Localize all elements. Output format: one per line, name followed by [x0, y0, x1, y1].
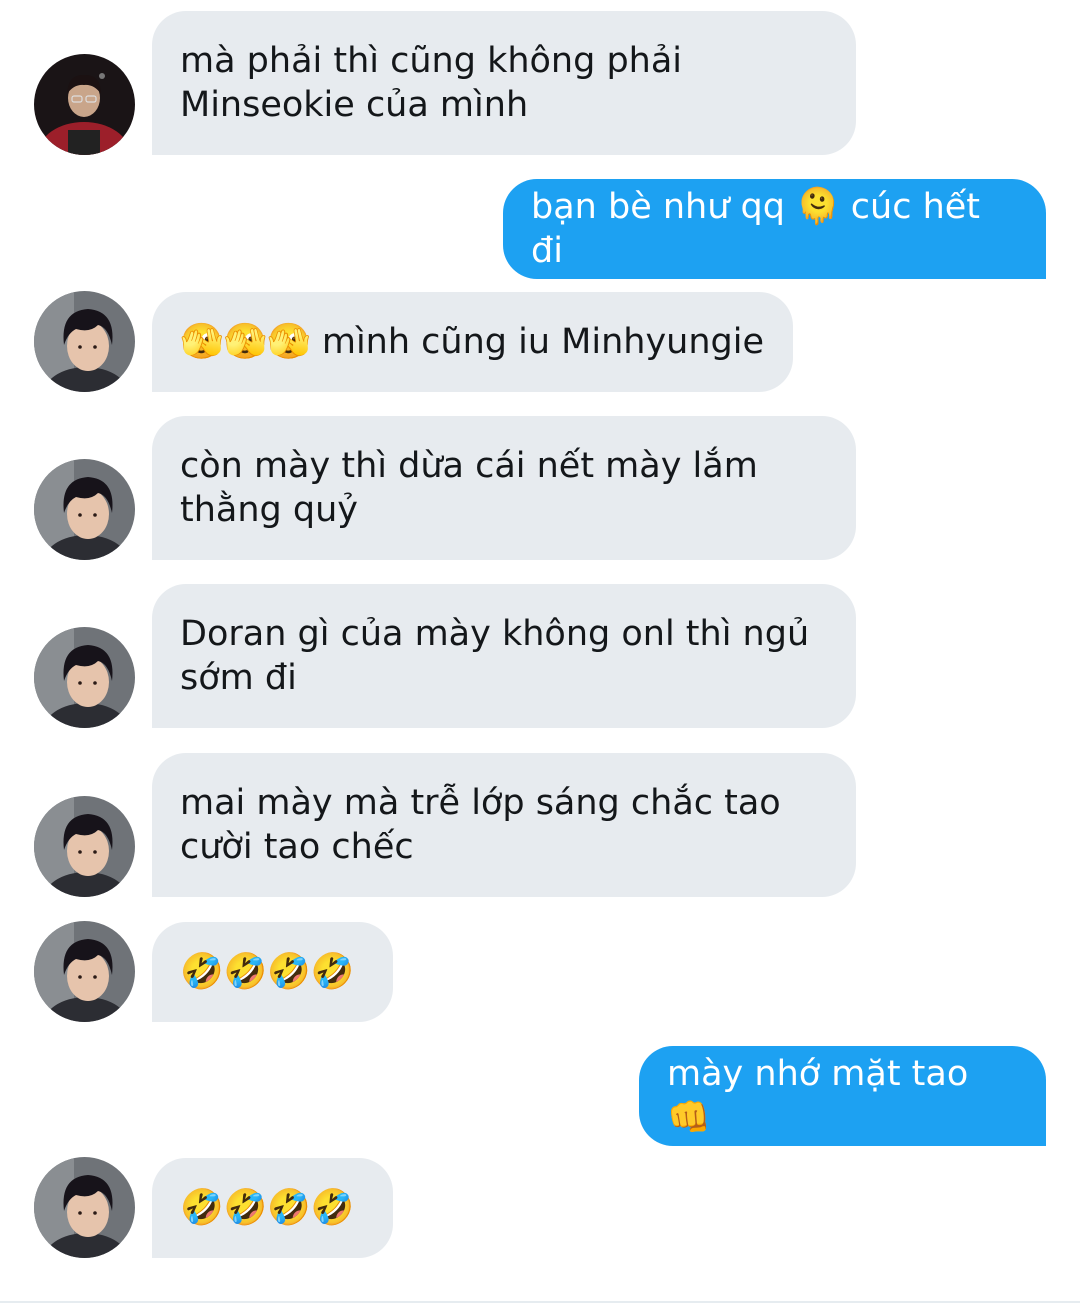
message-bubble[interactable]: còn mày thì dừa cái nết mày lắm thằng qu… — [152, 416, 856, 560]
avatar[interactable] — [34, 796, 135, 897]
avatar[interactable] — [34, 291, 135, 392]
message-bubble[interactable]: bạn bè như qq 🫠 cúc hết đi — [503, 179, 1046, 279]
message-bubble[interactable]: mày nhớ mặt tao 👊 — [639, 1046, 1046, 1146]
avatar[interactable] — [34, 459, 135, 560]
avatar-image — [34, 796, 135, 897]
avatar-image — [34, 1157, 135, 1258]
divider — [0, 1301, 1080, 1303]
message-bubble[interactable]: Doran gì của mày không onl thì ngủ sớm đ… — [152, 584, 856, 728]
avatar-image — [34, 627, 135, 728]
avatar-image — [34, 291, 135, 392]
avatar[interactable] — [34, 627, 135, 728]
avatar[interactable] — [34, 1157, 135, 1258]
avatar-image — [34, 54, 135, 155]
avatar-image — [34, 921, 135, 1022]
message-bubble[interactable]: 🤣🤣🤣🤣 — [152, 922, 393, 1022]
message-bubble[interactable]: 🫣🫣🫣 mình cũng iu Minhyungie — [152, 292, 793, 392]
avatar-image — [34, 459, 135, 560]
avatar[interactable] — [34, 54, 135, 155]
avatar[interactable] — [34, 921, 135, 1022]
message-bubble[interactable]: mà phải thì cũng không phải Minseokie củ… — [152, 11, 856, 155]
message-bubble[interactable]: 🤣🤣🤣🤣 — [152, 1158, 393, 1258]
message-bubble[interactable]: mai mày mà trễ lớp sáng chắc tao cười ta… — [152, 753, 856, 897]
message-thread: mà phải thì cũng không phải Minseokie củ… — [0, 0, 1080, 1307]
